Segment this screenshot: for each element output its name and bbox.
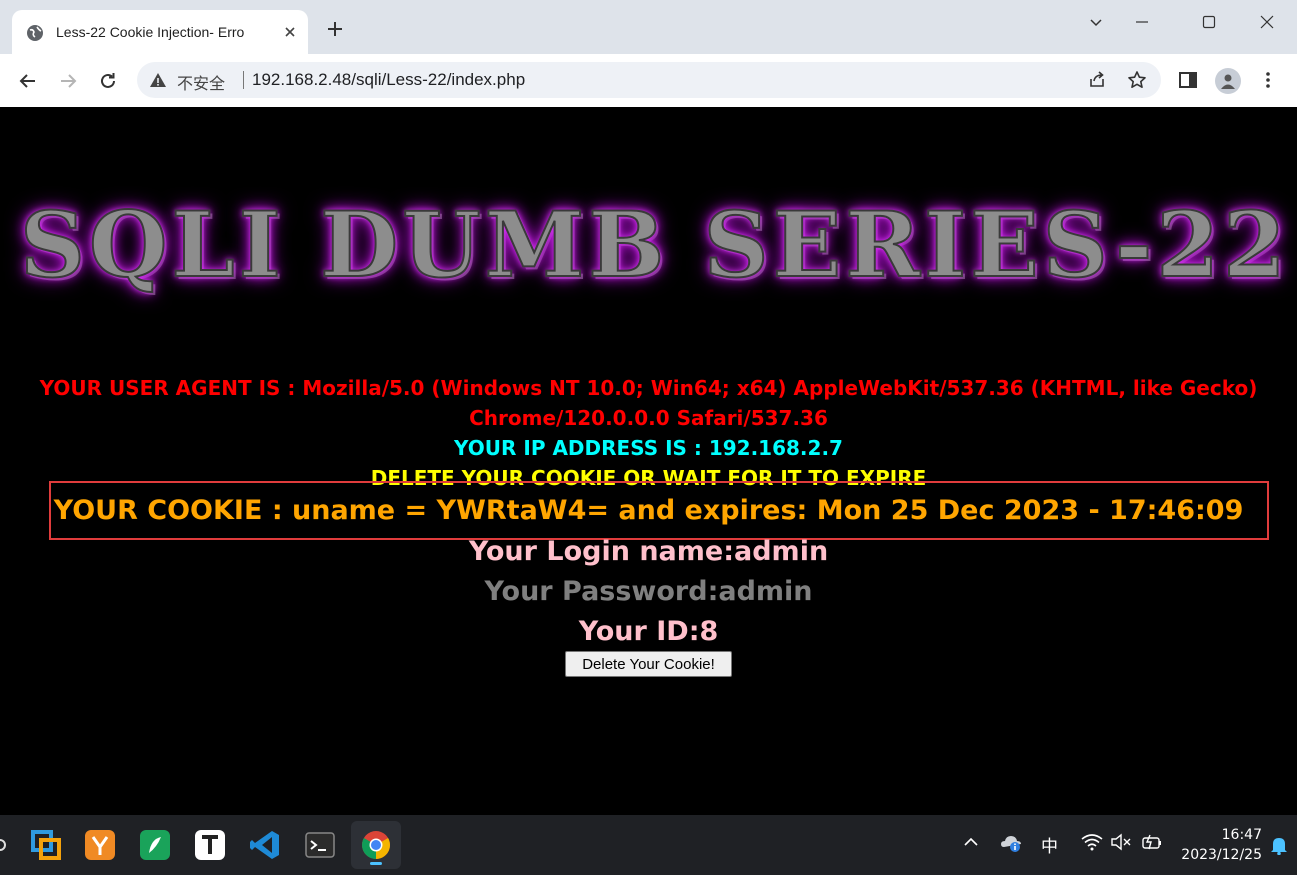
- reload-icon[interactable]: [96, 69, 120, 93]
- close-tab-icon[interactable]: [282, 24, 298, 40]
- password-text: Your Password:admin: [484, 576, 813, 607]
- user-agent-line-2: Chrome/120.0.0.0 Safari/537.36: [469, 406, 828, 430]
- address-bar[interactable]: 不安全 192.168.2.48/sqli/Less-22/index.php: [137, 62, 1161, 98]
- ime-indicator[interactable]: 中: [1041, 832, 1058, 857]
- clock-date: 2023/12/25: [1181, 847, 1262, 863]
- chevron-up-icon[interactable]: [962, 833, 980, 851]
- vmware-app-icon[interactable]: [28, 827, 64, 863]
- tab-search-chevron-icon[interactable]: [1084, 10, 1108, 34]
- search-icon[interactable]: [0, 827, 8, 863]
- tab-title: Less-22 Cookie Injection- Erro: [56, 24, 245, 40]
- not-secure-warning-icon[interactable]: [149, 71, 167, 89]
- active-app-indicator: [370, 862, 382, 865]
- sqli-banner-logo: SQLI DUMB SERIES-22: [19, 191, 1290, 299]
- forward-arrow-icon[interactable]: [56, 69, 80, 93]
- maximize-icon[interactable]: [1197, 10, 1221, 34]
- browser-tab[interactable]: Less-22 Cookie Injection- Erro: [12, 10, 308, 54]
- ip-address-text: YOUR IP ADDRESS IS : 192.168.2.7: [454, 436, 843, 460]
- login-name-text: Your Login name:admin: [468, 536, 829, 567]
- cookie-highlight-box: [49, 481, 1269, 540]
- volume-muted-icon[interactable]: [1110, 833, 1132, 851]
- page-content: SQLI DUMB SERIES-22 YOUR USER AGENT IS :…: [0, 107, 1297, 815]
- clock-time: 16:47: [1221, 827, 1262, 843]
- delete-cookie-button[interactable]: Delete Your Cookie!: [565, 651, 732, 677]
- more-menu-icon[interactable]: [1258, 70, 1278, 90]
- cloud-info-icon[interactable]: [1000, 833, 1024, 853]
- user-id-text: Your ID:8: [578, 616, 719, 647]
- typora-app-icon[interactable]: [192, 827, 228, 863]
- globe-icon: [26, 24, 44, 42]
- user-agent-text: YOUR USER AGENT IS : Mozilla/5.0 (Window…: [0, 373, 1297, 433]
- share-icon[interactable]: [1087, 70, 1107, 90]
- terminal-app-icon[interactable]: [302, 827, 338, 863]
- omnibox-divider: [243, 71, 244, 89]
- security-label[interactable]: 不安全: [177, 70, 225, 94]
- close-window-icon[interactable]: [1255, 10, 1279, 34]
- vscode-app-icon[interactable]: [247, 827, 283, 863]
- url-text[interactable]: 192.168.2.48/sqli/Less-22/index.php: [252, 70, 525, 90]
- taskbar: 中 16:47 2023/12/25: [0, 815, 1297, 875]
- side-panel-icon[interactable]: [1178, 70, 1198, 90]
- system-clock[interactable]: 16:47 2023/12/25: [1170, 825, 1262, 865]
- notes-app-icon[interactable]: [82, 827, 118, 863]
- user-agent-line-1: YOUR USER AGENT IS : Mozilla/5.0 (Window…: [39, 376, 1258, 400]
- notification-bell-icon[interactable]: [1270, 835, 1288, 855]
- tab-strip: Less-22 Cookie Injection- Erro: [0, 0, 1297, 54]
- profile-avatar-icon[interactable]: [1215, 68, 1241, 94]
- battery-charging-icon[interactable]: [1140, 833, 1164, 851]
- bookmark-star-icon[interactable]: [1127, 70, 1147, 90]
- new-tab-icon[interactable]: [326, 20, 344, 38]
- minimize-icon[interactable]: [1130, 10, 1154, 34]
- chrome-app-icon[interactable]: [351, 821, 401, 869]
- browser-toolbar: 不安全 192.168.2.48/sqli/Less-22/index.php: [0, 54, 1297, 107]
- back-arrow-icon[interactable]: [16, 69, 40, 93]
- editor-app-icon[interactable]: [137, 827, 173, 863]
- wifi-icon[interactable]: [1081, 833, 1103, 851]
